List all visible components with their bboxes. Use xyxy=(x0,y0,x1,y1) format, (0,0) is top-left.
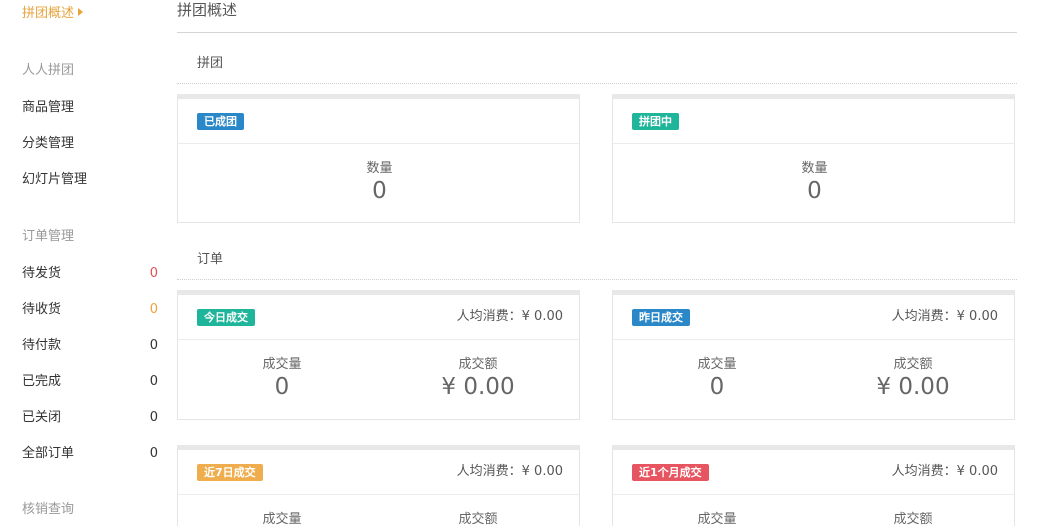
stat-volume: 成交量 0 xyxy=(222,357,342,401)
stat-count: 数量 0 xyxy=(178,161,581,205)
status-badge: 昨日成交 xyxy=(632,309,690,326)
avg-spend: 人均消费：¥ 0.00 xyxy=(456,309,563,324)
order-card-yesterday: 昨日成交 人均消费：¥ 0.00 成交量 0 成交额 ¥ 0.00 xyxy=(612,290,1015,420)
sidebar-item-completed[interactable]: 已完成 0 xyxy=(22,373,158,391)
count-badge: 0 xyxy=(149,410,158,425)
order-card-today: 今日成交 人均消费：¥ 0.00 成交量 0 成交额 ¥ 0.00 xyxy=(177,290,580,420)
divider xyxy=(177,279,1017,280)
sidebar-item-label: 全部订单 xyxy=(22,446,75,461)
page-title: 拼团概述 xyxy=(177,1,238,19)
card-header: 近7日成交 人均消费：¥ 0.00 xyxy=(178,450,579,495)
sidebar-item-closed[interactable]: 已关闭 0 xyxy=(22,409,158,427)
count-badge: 0 xyxy=(149,302,158,317)
stat-label: 成交额 xyxy=(893,357,933,372)
stat-volume: 成交量 xyxy=(222,512,342,526)
sidebar-item-to-pay[interactable]: 待付款 0 xyxy=(22,337,158,355)
avg-spend: 人均消费：¥ 0.00 xyxy=(891,309,998,324)
card-body: 成交量 0 成交额 ¥ 0.00 xyxy=(178,340,579,418)
sidebar-item-label: 已完成 xyxy=(22,374,62,389)
stat-value: 0 xyxy=(372,178,387,204)
stat-count: 数量 0 xyxy=(613,161,1016,205)
stat-value: ¥ 0.00 xyxy=(876,374,950,400)
sidebar-item-label: 拼团概述 xyxy=(22,6,75,21)
sidebar-item-label: 待发货 xyxy=(22,266,62,281)
sidebar-item-slides[interactable]: 幻灯片管理 xyxy=(22,171,158,189)
stat-label: 成交量 xyxy=(262,512,302,526)
sidebar-item-products[interactable]: 商品管理 xyxy=(22,99,158,117)
stat-label: 成交量 xyxy=(697,512,737,526)
stat-amount: 成交额 ¥ 0.00 xyxy=(408,357,548,401)
card-header: 今日成交 人均消费：¥ 0.00 xyxy=(178,295,579,340)
status-badge: 已成团 xyxy=(197,113,244,130)
stat-value: 0 xyxy=(807,178,822,204)
divider xyxy=(177,83,1017,84)
count-badge: 0 xyxy=(149,374,158,389)
divider xyxy=(177,32,1017,33)
stat-card-in-progress: 拼团中 数量 0 xyxy=(612,94,1015,223)
sidebar-item-overview[interactable]: 拼团概述 xyxy=(22,5,84,23)
stat-volume: 成交量 0 xyxy=(657,357,777,401)
sidebar-item-label: 分类管理 xyxy=(22,136,75,151)
sidebar-item-label: 商品管理 xyxy=(22,100,75,115)
stat-label: 数量 xyxy=(801,161,828,176)
count-badge: 0 xyxy=(149,338,158,353)
sidebar-item-label: 已关闭 xyxy=(22,410,62,425)
stat-label: 成交量 xyxy=(262,357,302,372)
stat-label: 成交量 xyxy=(697,357,737,372)
sidebar-item-all-orders[interactable]: 全部订单 0 xyxy=(22,445,158,463)
stat-label: 成交额 xyxy=(458,512,498,526)
sidebar: 拼团概述 人人拼团 商品管理 分类管理 幻灯片管理 订单管理 待发货 0 待收货… xyxy=(0,0,170,526)
card-body: 数量 0 xyxy=(613,144,1014,222)
stat-label: 成交额 xyxy=(893,512,933,526)
status-badge: 近1个月成交 xyxy=(632,464,709,481)
stat-value: ¥ 0.00 xyxy=(441,374,515,400)
stat-label: 成交额 xyxy=(458,357,498,372)
card-header: 拼团中 xyxy=(613,99,1014,144)
stat-label: 数量 xyxy=(366,161,393,176)
stat-value: 0 xyxy=(709,374,725,400)
count-badge: 0 xyxy=(149,446,158,461)
count-badge: 0 xyxy=(149,266,158,281)
stat-amount: 成交额 xyxy=(843,512,983,526)
card-header: 昨日成交 人均消费：¥ 0.00 xyxy=(613,295,1014,340)
section-title-orders: 订单 xyxy=(197,252,224,267)
status-badge: 今日成交 xyxy=(197,309,255,326)
stat-amount: 成交额 ¥ 0.00 xyxy=(843,357,983,401)
status-badge: 近7日成交 xyxy=(197,464,263,481)
avg-spend: 人均消费：¥ 0.00 xyxy=(456,464,563,479)
card-body: 成交量 0 成交额 ¥ 0.00 xyxy=(613,340,1014,418)
sidebar-item-label: 待收货 xyxy=(22,302,62,317)
sidebar-item-to-receive[interactable]: 待收货 0 xyxy=(22,301,158,319)
section-title-group: 拼团 xyxy=(197,56,224,71)
card-body: 数量 0 xyxy=(178,144,579,222)
card-body: 成交量 成交额 xyxy=(178,495,579,526)
avg-spend: 人均消费：¥ 0.00 xyxy=(891,464,998,479)
stat-card-formed: 已成团 数量 0 xyxy=(177,94,580,223)
card-header: 已成团 xyxy=(178,99,579,144)
status-badge: 拼团中 xyxy=(632,113,679,130)
caret-right-icon xyxy=(78,8,84,16)
sidebar-group-title: 核销查询 xyxy=(22,502,75,517)
card-header: 近1个月成交 人均消费：¥ 0.00 xyxy=(613,450,1014,495)
sidebar-group-title: 人人拼团 xyxy=(22,63,75,78)
stat-volume: 成交量 xyxy=(657,512,777,526)
order-card-7days: 近7日成交 人均消费：¥ 0.00 成交量 成交额 xyxy=(177,445,580,526)
sidebar-item-label: 幻灯片管理 xyxy=(22,172,88,187)
stat-amount: 成交额 xyxy=(408,512,548,526)
sidebar-group-title: 订单管理 xyxy=(22,229,75,244)
sidebar-item-categories[interactable]: 分类管理 xyxy=(22,135,158,153)
card-body: 成交量 成交额 xyxy=(613,495,1014,526)
stat-value: 0 xyxy=(274,374,290,400)
sidebar-item-to-ship[interactable]: 待发货 0 xyxy=(22,265,158,283)
sidebar-item-label: 待付款 xyxy=(22,338,62,353)
order-card-1month: 近1个月成交 人均消费：¥ 0.00 成交量 成交额 xyxy=(612,445,1015,526)
